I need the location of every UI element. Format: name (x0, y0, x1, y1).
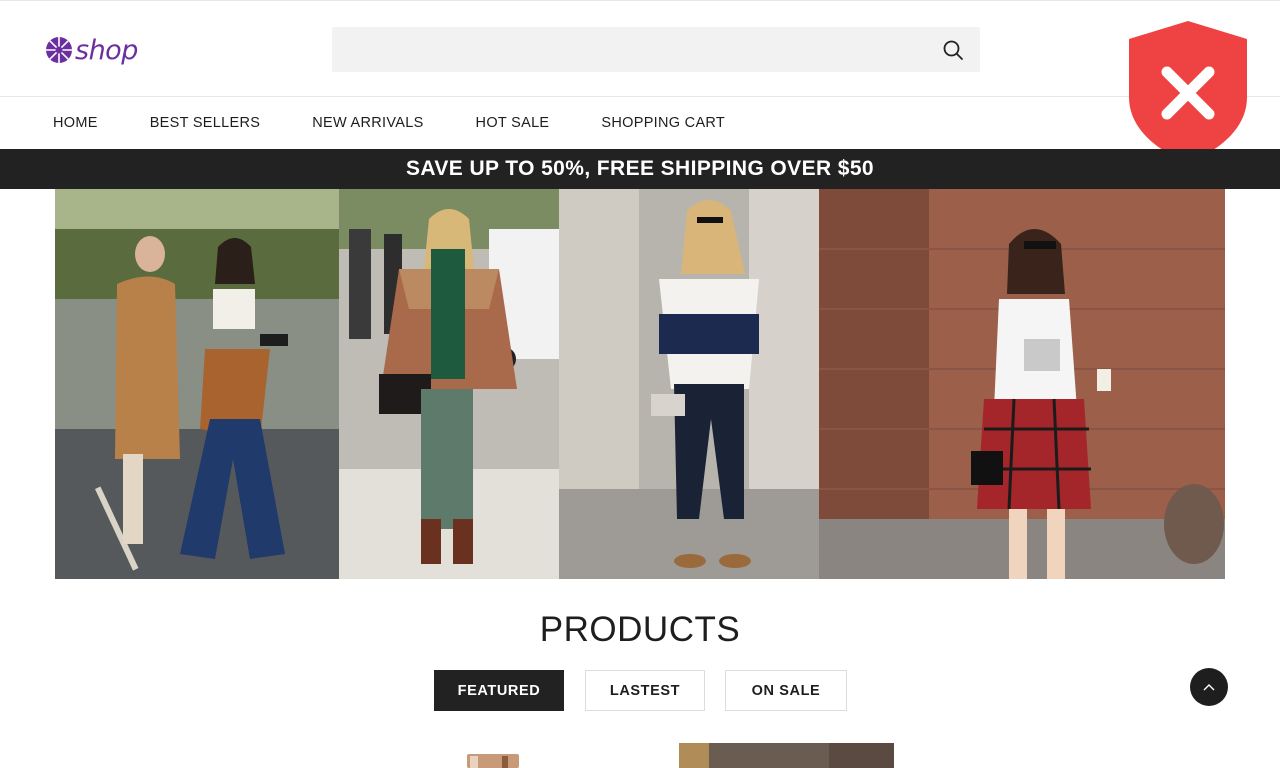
logo-mark-icon (46, 37, 72, 63)
product-thumbnail[interactable] (679, 743, 894, 768)
back-to-top-button[interactable] (1190, 668, 1228, 706)
logo-text: shop (75, 34, 138, 66)
site-logo[interactable]: shop (45, 34, 138, 66)
nav-item-shopping-cart[interactable]: SHOPPING CART (601, 115, 725, 131)
tab-featured[interactable]: FEATURED (434, 670, 564, 711)
site-header: shop (0, 0, 1280, 97)
search-bar (332, 27, 980, 72)
nav-item-home[interactable]: HOME (53, 115, 98, 131)
search-icon[interactable] (942, 39, 964, 61)
promo-text: SAVE UP TO 50%, FREE SHIPPING OVER $50 (405, 157, 875, 180)
product-thumbnail-image (679, 743, 894, 768)
hero-banner[interactable] (55, 189, 1225, 579)
hero-photo-1 (55, 189, 339, 579)
hero-photo-4 (819, 189, 1225, 579)
nav-item-hot-sale[interactable]: HOT SALE (476, 115, 550, 131)
hero-photo-2 (339, 189, 559, 579)
main-nav: HOME BEST SELLERS NEW ARRIVALS HOT SALE … (0, 97, 1280, 149)
chevron-up-icon (1203, 684, 1215, 691)
products-title: PRODUCTS (539, 610, 741, 649)
tab-on-sale[interactable]: ON SALE (725, 670, 847, 711)
tab-lastest[interactable]: LASTEST (585, 670, 705, 711)
nav-item-best-sellers[interactable]: BEST SELLERS (150, 115, 261, 131)
shield-x-icon[interactable] (1126, 19, 1250, 165)
search-input[interactable] (332, 27, 922, 72)
product-thumbnail[interactable] (462, 748, 522, 768)
promo-banner: SAVE UP TO 50%, FREE SHIPPING OVER $50 (0, 149, 1280, 189)
hero-photo-3 (559, 189, 819, 579)
nav-item-new-arrivals[interactable]: NEW ARRIVALS (312, 115, 423, 131)
